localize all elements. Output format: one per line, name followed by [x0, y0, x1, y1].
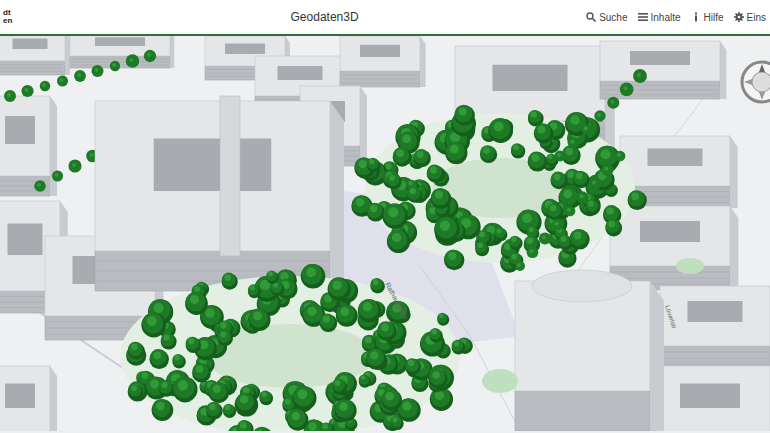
- list-icon: [638, 12, 648, 22]
- tree: [555, 151, 566, 162]
- app-title: Geodaten3D: [63, 10, 586, 24]
- gear-icon: [734, 12, 744, 22]
- top-menu: Suche Inhalte Hilfe Eins: [586, 12, 766, 23]
- building: [0, 366, 57, 431]
- building: [70, 36, 174, 68]
- tree: [144, 50, 156, 62]
- map-view[interactable]: Rathausplatz Löwelstr: [0, 36, 770, 433]
- building: [515, 281, 664, 431]
- settings-button[interactable]: Eins: [734, 12, 766, 23]
- search-icon: [586, 12, 596, 22]
- tree: [4, 90, 16, 102]
- header-bar: dtenGeodaten3D Suche Inhalte Hilfe Eins: [0, 0, 770, 36]
- park: [120, 264, 473, 431]
- tree: [527, 246, 539, 258]
- street-label: Löwelstr: [664, 304, 678, 330]
- menu-label: Inhalte: [651, 12, 681, 23]
- tree: [515, 261, 525, 271]
- tree: [620, 83, 634, 97]
- search-button[interactable]: Suche: [586, 12, 627, 23]
- building: [620, 136, 738, 208]
- tree: [633, 69, 647, 83]
- park: [351, 105, 646, 273]
- tree: [74, 70, 86, 82]
- tree: [581, 124, 592, 135]
- building: [0, 36, 70, 75]
- contents-button[interactable]: Inhalte: [638, 12, 681, 23]
- tree: [615, 151, 626, 162]
- tree: [568, 137, 579, 148]
- street-label: Rathausplatz: [383, 281, 409, 321]
- logo-text: dt: [3, 9, 63, 17]
- tree: [52, 170, 63, 181]
- tree: [34, 180, 46, 192]
- compass-icon[interactable]: [740, 60, 770, 104]
- tree: [577, 191, 589, 203]
- logo-text: en: [3, 17, 63, 25]
- tree: [68, 159, 81, 172]
- tree: [601, 164, 613, 176]
- help-button[interactable]: Hilfe: [691, 12, 724, 23]
- tree: [589, 177, 602, 190]
- tree: [40, 81, 50, 91]
- tree: [607, 97, 619, 109]
- building: [340, 36, 426, 87]
- menu-label: Eins: [747, 12, 766, 23]
- info-icon: [691, 12, 701, 22]
- tree: [126, 54, 140, 68]
- building: [650, 366, 770, 431]
- building: [600, 41, 726, 99]
- tree: [539, 232, 551, 244]
- building: [0, 96, 57, 196]
- building: [660, 286, 770, 370]
- city-logo[interactable]: dten: [3, 9, 63, 25]
- tree: [552, 219, 563, 230]
- building: [610, 206, 738, 290]
- menu-label: Suche: [599, 12, 627, 23]
- menu-label: Hilfe: [704, 12, 724, 23]
- city-3d-scene[interactable]: Rathausplatz Löwelstr: [0, 36, 770, 431]
- building: [95, 101, 344, 291]
- tree: [91, 65, 103, 77]
- tree: [110, 61, 120, 71]
- tree: [21, 85, 33, 97]
- tree: [57, 76, 68, 87]
- tree: [594, 110, 605, 121]
- tree: [565, 206, 576, 217]
